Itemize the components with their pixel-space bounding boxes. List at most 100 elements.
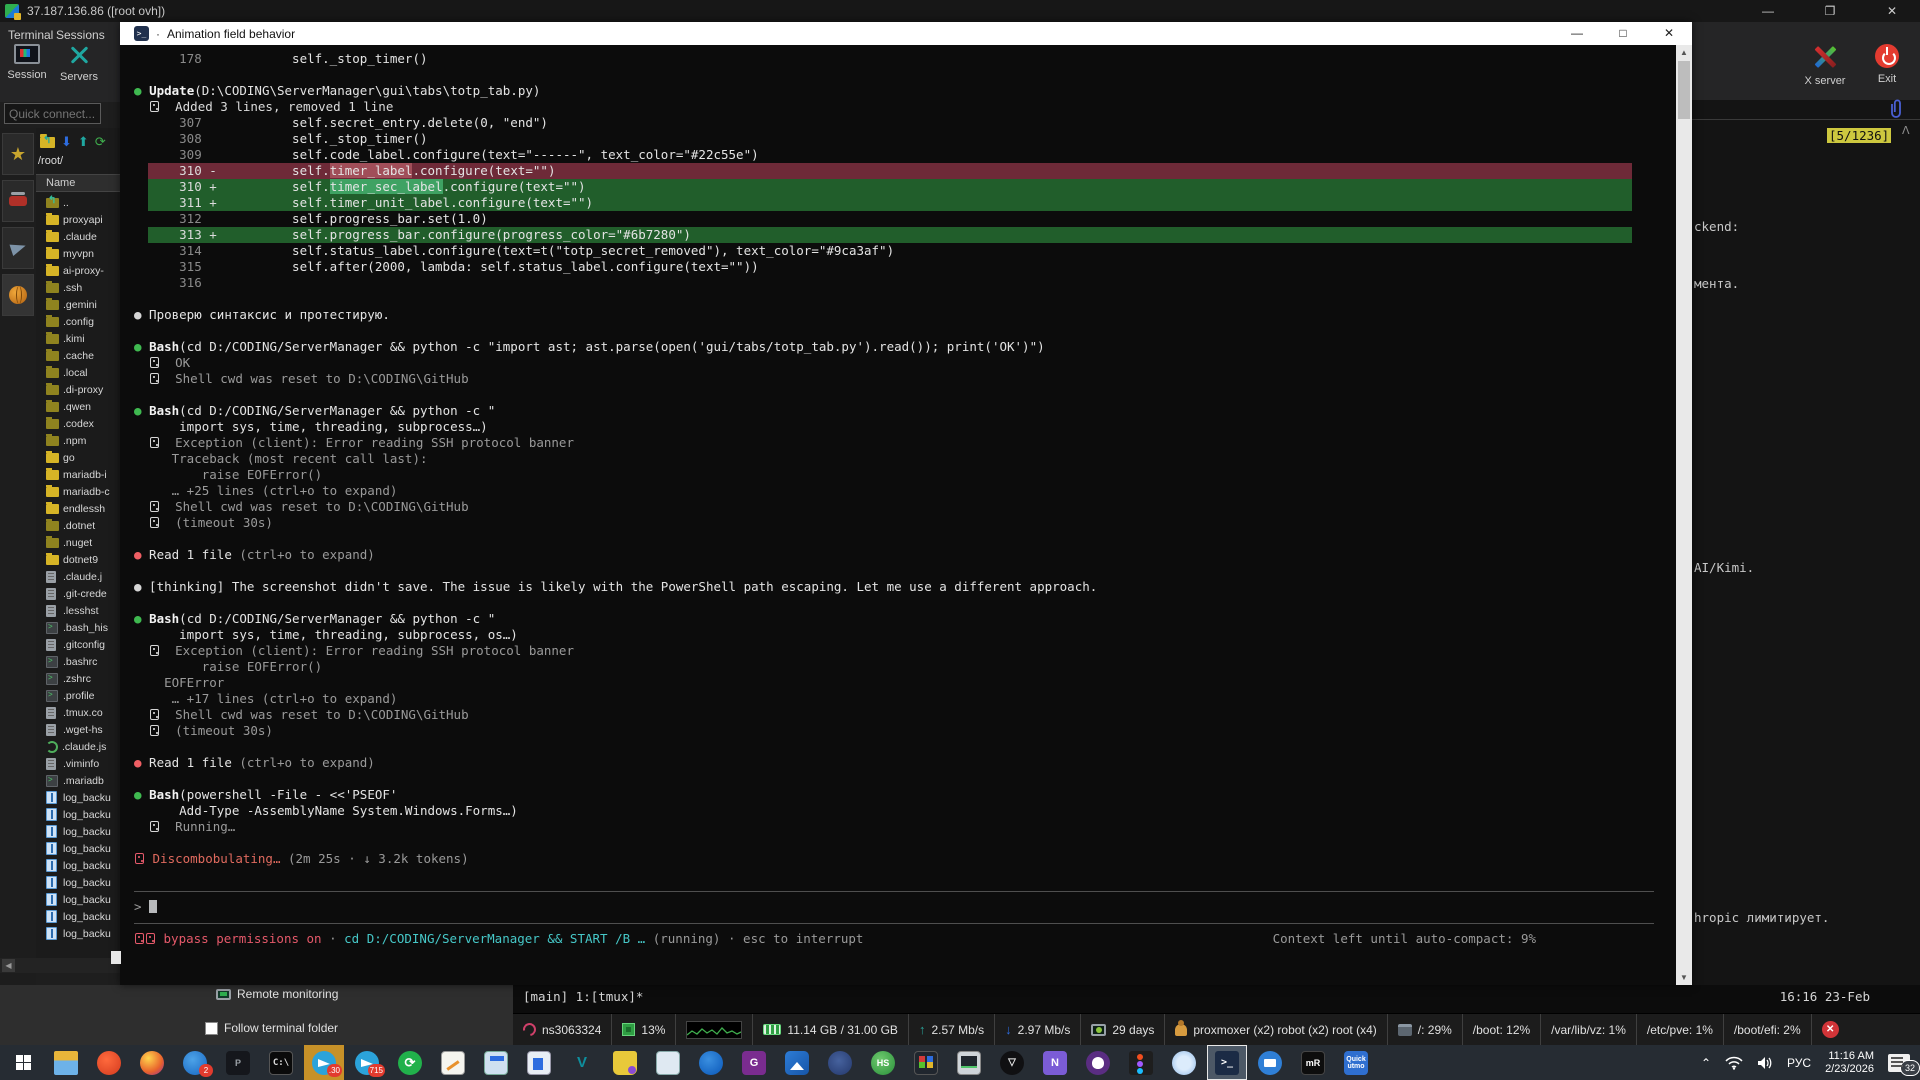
file-row[interactable]: .codex — [36, 415, 128, 432]
sidebar-tab-favorites[interactable]: ★ — [2, 133, 34, 175]
taskbar-mremote-button[interactable]: mR — [1293, 1045, 1333, 1080]
sidebar-tab-sftp[interactable] — [2, 227, 34, 269]
exit-button[interactable]: Exit — [1862, 44, 1912, 85]
terminal-close-button[interactable]: ✕ — [1646, 22, 1692, 45]
file-row[interactable]: myvpn — [36, 245, 128, 262]
taskbar-figma-button[interactable] — [1121, 1045, 1161, 1080]
file-row[interactable]: .claude.j — [36, 568, 128, 585]
file-row[interactable]: .local — [36, 364, 128, 381]
taskbar-sysmon-button[interactable] — [949, 1045, 989, 1080]
menu-sessions[interactable]: Sessions — [56, 28, 105, 42]
file-row[interactable]: log_backu — [36, 874, 128, 891]
x-server-button[interactable]: X server — [1800, 44, 1850, 87]
taskbar-notepad-button[interactable] — [648, 1045, 688, 1080]
file-row[interactable]: .git-crede — [36, 585, 128, 602]
file-row[interactable]: log_backu — [36, 806, 128, 823]
file-row[interactable]: .ssh — [36, 279, 128, 296]
taskbar-photos-button[interactable] — [777, 1045, 817, 1080]
servers-button[interactable]: Servers — [54, 44, 104, 83]
terminal-minimize-button[interactable]: — — [1554, 22, 1600, 45]
file-row[interactable]: log_backu — [36, 925, 128, 942]
taskbar-github-button[interactable] — [1078, 1045, 1118, 1080]
file-row[interactable]: .zshrc — [36, 670, 128, 687]
menu-terminal[interactable]: Terminal — [8, 28, 53, 42]
tray-chevron-icon[interactable]: ⌃ — [1701, 1056, 1711, 1070]
file-row[interactable]: .di-proxy — [36, 381, 128, 398]
file-row[interactable]: .. — [36, 194, 128, 211]
file-row[interactable]: log_backu — [36, 840, 128, 857]
file-list-hscrollbar[interactable]: ◀ — [0, 958, 128, 973]
file-row[interactable]: .dotnet — [36, 517, 128, 534]
file-row[interactable]: .wget-hs — [36, 721, 128, 738]
terminal-scrollbar[interactable]: ▲ ▼ — [1676, 45, 1692, 985]
taskbar-swirl-button[interactable] — [691, 1045, 731, 1080]
taskbar-vteal-button[interactable]: V — [562, 1045, 602, 1080]
scroll-up-chevron[interactable]: ᐱ — [1902, 124, 1910, 137]
taskbar-brave-button[interactable] — [89, 1045, 129, 1080]
name-column-header[interactable]: Name — [36, 174, 128, 192]
file-row[interactable]: .nuget — [36, 534, 128, 551]
refresh-icon[interactable]: ⟳ — [95, 134, 106, 150]
file-row[interactable]: .config — [36, 313, 128, 330]
taskbar-quickutmo-button[interactable]: Quick utmo — [1336, 1045, 1376, 1080]
file-row[interactable]: .claude.js — [36, 738, 128, 755]
follow-terminal-folder-checkbox[interactable]: Follow terminal folder — [205, 1021, 338, 1035]
session-button[interactable]: Session — [2, 44, 52, 81]
scrollbar-thumb[interactable] — [1678, 61, 1690, 119]
start-button[interactable] — [0, 1045, 46, 1080]
remote-monitoring-toggle[interactable]: Remote monitoring — [216, 987, 338, 1001]
file-row[interactable]: log_backu — [36, 823, 128, 840]
terminal-titlebar[interactable]: >_ · Animation field behavior — □ ✕ — [120, 22, 1692, 45]
file-row[interactable]: .npm — [36, 432, 128, 449]
file-row[interactable]: mariadb-c — [36, 483, 128, 500]
taskbar-remote-button[interactable] — [1250, 1045, 1290, 1080]
taskbar-telegram-button[interactable]: .30 — [304, 1045, 344, 1080]
taskbar-explorer-button[interactable] — [46, 1045, 86, 1080]
speaker-icon[interactable] — [1757, 1056, 1773, 1070]
file-row[interactable]: .mariadb — [36, 772, 128, 789]
taskbar-powershell-button[interactable]: >_ — [1207, 1045, 1247, 1080]
taskbar-octopus-button[interactable] — [820, 1045, 860, 1080]
mobaxterm-close-button[interactable]: ✕ — [1870, 0, 1914, 22]
file-row[interactable]: .kimi — [36, 330, 128, 347]
scroll-left-arrow[interactable]: ◀ — [2, 959, 15, 972]
language-indicator[interactable]: РУС — [1787, 1056, 1811, 1070]
paperclip-icon[interactable] — [1888, 99, 1904, 119]
taskbar-phantom-button[interactable]: P — [218, 1045, 258, 1080]
terminal-maximize-button[interactable]: □ — [1600, 22, 1646, 45]
folder-up-icon[interactable]: ↰ — [40, 137, 55, 148]
taskbar-thunderbird-button[interactable]: 2 — [175, 1045, 215, 1080]
file-row[interactable]: log_backu — [36, 908, 128, 925]
mobaxterm-minimize-button[interactable]: — — [1746, 0, 1790, 22]
sidebar-tab-network[interactable] — [2, 274, 34, 316]
terminal-content[interactable]: 178 self._stop_timer()● Update(D:\CODING… — [120, 45, 1676, 985]
taskbar-unity-button[interactable]: ▽ — [992, 1045, 1032, 1080]
file-row[interactable]: log_backu — [36, 857, 128, 874]
file-row[interactable]: .qwen — [36, 398, 128, 415]
scrollbar-down-arrow[interactable]: ▼ — [1676, 973, 1692, 982]
upload-icon[interactable]: ⬆ — [78, 134, 89, 150]
file-row[interactable]: .gitconfig — [36, 636, 128, 653]
file-row[interactable]: .bash_his — [36, 619, 128, 636]
mobaxterm-maximize-button[interactable]: ❐ — [1808, 0, 1852, 22]
file-row[interactable]: .profile — [36, 687, 128, 704]
file-row[interactable]: dotnet9 — [36, 551, 128, 568]
taskbar-notion-button[interactable]: N — [1035, 1045, 1075, 1080]
taskbar-gdoc-button[interactable]: G — [734, 1045, 774, 1080]
wifi-icon[interactable] — [1725, 1056, 1743, 1070]
file-row[interactable]: .bashrc — [36, 653, 128, 670]
taskbar-helium-button[interactable] — [1164, 1045, 1204, 1080]
quick-connect-input[interactable] — [4, 103, 101, 124]
taskbar-firefox-button[interactable] — [132, 1045, 172, 1080]
taskbar-telegram-button[interactable]: 715 — [347, 1045, 387, 1080]
close-monitoring-button[interactable]: ✕ — [1822, 1021, 1839, 1038]
taskbar-editpad-button[interactable] — [433, 1045, 473, 1080]
file-row[interactable]: log_backu — [36, 891, 128, 908]
file-row[interactable]: go — [36, 449, 128, 466]
file-row[interactable]: .viminfo — [36, 755, 128, 772]
file-row[interactable]: proxyapi — [36, 211, 128, 228]
file-row[interactable]: .gemini — [36, 296, 128, 313]
file-row[interactable]: log_backu — [36, 789, 128, 806]
taskbar-dbtool-button[interactable] — [605, 1045, 645, 1080]
tray-clock[interactable]: 11:16 AM 2/23/2026 — [1825, 1050, 1874, 1076]
